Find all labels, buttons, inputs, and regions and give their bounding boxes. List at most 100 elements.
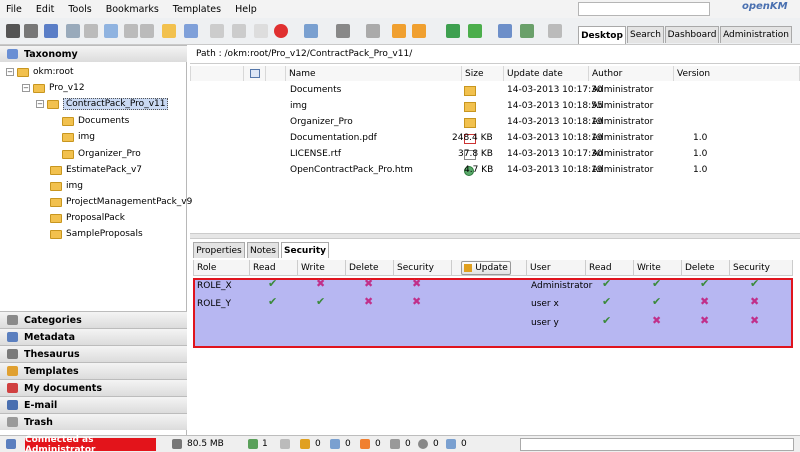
refresh-icon[interactable] — [24, 24, 38, 38]
role-permission-denied-icon[interactable]: ✖ — [412, 277, 421, 290]
user-permission-granted-icon[interactable]: ✔ — [652, 277, 661, 290]
tag-icon[interactable] — [390, 439, 400, 449]
tab-dashboard[interactable]: Dashboard — [665, 26, 719, 43]
column-select[interactable] — [190, 66, 244, 81]
scanner-icon[interactable] — [366, 24, 380, 38]
user-permission-granted-icon[interactable]: ✔ — [602, 277, 611, 290]
workflow-icon[interactable] — [336, 24, 350, 38]
collapse-icon[interactable]: − — [36, 100, 44, 108]
tab-security[interactable]: Security — [281, 242, 329, 258]
table-row[interactable]: Documents 14-03-2013 10:17:30 Administra… — [190, 83, 800, 99]
edit-icon[interactable] — [304, 24, 318, 38]
cancel-checkout-icon[interactable] — [140, 24, 154, 38]
checkout-icon[interactable] — [104, 24, 118, 38]
update-button[interactable]: Update — [461, 261, 511, 275]
role-permission-granted-icon[interactable]: ✔ — [316, 295, 325, 308]
users-icon[interactable] — [248, 439, 258, 449]
stack-categories[interactable]: Categories — [0, 311, 187, 328]
add-property-group-icon[interactable] — [392, 24, 406, 38]
menu-templates[interactable]: Templates — [173, 4, 221, 15]
page-icon[interactable] — [280, 439, 290, 449]
column-type[interactable] — [244, 66, 266, 81]
home-folder-icon[interactable] — [468, 24, 482, 38]
tree-node-pro-v12[interactable]: − Pro_v12 — [22, 81, 85, 95]
user-permission-granted-icon[interactable]: ✔ — [750, 277, 759, 290]
table-row[interactable]: Documentation.pdf 248.4 KB 14-03-2013 10… — [190, 131, 800, 147]
role-permission-denied-icon[interactable]: ✖ — [364, 277, 373, 290]
mail-icon[interactable] — [548, 24, 562, 38]
panel-splitter[interactable] — [190, 233, 800, 239]
bookmark-icon[interactable] — [44, 24, 58, 38]
tab-notes[interactable]: Notes — [247, 242, 279, 258]
copy-icon[interactable] — [232, 24, 246, 38]
delete-icon[interactable] — [274, 24, 288, 38]
stack-taxonomy[interactable]: Taxonomy — [0, 45, 187, 62]
user-permission-denied-icon[interactable]: ✖ — [750, 295, 759, 308]
column-version[interactable]: Version — [674, 66, 800, 81]
stack-my-documents[interactable]: My documents — [0, 379, 187, 396]
role-permission-denied-icon[interactable]: ✖ — [412, 295, 421, 308]
stack-metadata[interactable]: Metadata — [0, 328, 187, 345]
tab-properties[interactable]: Properties — [193, 242, 245, 258]
table-row[interactable]: LICENSE.rtf 37.8 KB 14-03-2013 10:17:30 … — [190, 147, 800, 163]
new-folder-icon[interactable] — [162, 24, 176, 38]
column-size[interactable]: Size — [462, 66, 504, 81]
menu-bookmarks[interactable]: Bookmarks — [106, 4, 159, 15]
collapse-icon[interactable]: − — [22, 84, 30, 92]
subscribed-icon[interactable] — [360, 439, 370, 449]
user-permission-granted-icon[interactable]: ✔ — [602, 295, 611, 308]
tab-administration[interactable]: Administration — [720, 26, 792, 43]
tree-node-organizer-pro[interactable]: Organizer_Pro — [62, 147, 141, 161]
role-permission-denied-icon[interactable]: ✖ — [316, 277, 325, 290]
export-icon[interactable] — [520, 24, 534, 38]
home-icon[interactable] — [6, 24, 20, 38]
column-name[interactable]: Name — [286, 66, 462, 81]
user-permission-denied-icon[interactable]: ✖ — [652, 314, 661, 327]
tree-node-contractpack[interactable]: − ContractPack_Pro_v11 — [36, 97, 169, 111]
locked-icon[interactable] — [300, 439, 310, 449]
menu-edit[interactable]: Edit — [36, 4, 54, 15]
tree-node-okm-root[interactable]: − okm:root — [6, 65, 74, 79]
print-icon[interactable] — [498, 24, 512, 38]
menu-help[interactable]: Help — [235, 4, 257, 15]
checkout-status-icon[interactable] — [330, 439, 340, 449]
collapse-icon[interactable]: − — [6, 68, 14, 76]
tree-node-estimatepack[interactable]: EstimatePack_v7 — [50, 163, 142, 177]
role-permission-granted-icon[interactable]: ✔ — [268, 277, 277, 290]
remove-property-group-icon[interactable] — [412, 24, 426, 38]
user-permission-granted-icon[interactable]: ✔ — [602, 314, 611, 327]
download-icon[interactable] — [254, 24, 268, 38]
column-author[interactable]: Author — [589, 66, 674, 81]
table-row[interactable]: OpenContractPack_Pro.htm 4.7 KB 14-03-20… — [190, 163, 800, 179]
user-permission-denied-icon[interactable]: ✖ — [700, 295, 709, 308]
tab-desktop[interactable]: Desktop — [578, 26, 626, 44]
lock-icon[interactable] — [66, 24, 80, 38]
table-row[interactable]: img 14-03-2013 10:18:55 Administrator — [190, 99, 800, 115]
user-permission-denied-icon[interactable]: ✖ — [750, 314, 759, 327]
tab-search[interactable]: Search — [627, 26, 664, 43]
rename-icon[interactable] — [210, 24, 224, 38]
unlock-icon[interactable] — [84, 24, 98, 38]
column-update-date[interactable]: Update date — [504, 66, 589, 81]
tree-node-img-2[interactable]: img — [50, 179, 83, 193]
stack-thesaurus[interactable]: Thesaurus — [0, 345, 187, 362]
tree-node-documents[interactable]: Documents — [62, 114, 129, 128]
stack-templates[interactable]: Templates — [0, 362, 187, 379]
proposed-icon[interactable] — [446, 439, 456, 449]
user-permission-granted-icon[interactable]: ✔ — [700, 277, 709, 290]
stack-email[interactable]: E-mail — [0, 396, 187, 413]
workflow-status-icon[interactable] — [418, 439, 428, 449]
tree-node-sampleproposals[interactable]: SampleProposals — [50, 227, 143, 241]
tree-node-img[interactable]: img — [62, 130, 95, 144]
column-icon[interactable] — [266, 66, 286, 81]
checkin-icon[interactable] — [124, 24, 138, 38]
menu-file[interactable]: File — [6, 4, 22, 15]
table-row[interactable]: Organizer_Pro 14-03-2013 10:18:19 Admini… — [190, 115, 800, 131]
role-permission-granted-icon[interactable]: ✔ — [268, 295, 277, 308]
user-permission-denied-icon[interactable]: ✖ — [700, 314, 709, 327]
stack-trash[interactable]: Trash — [0, 413, 187, 430]
role-permission-denied-icon[interactable]: ✖ — [364, 295, 373, 308]
user-permission-granted-icon[interactable]: ✔ — [652, 295, 661, 308]
menu-tools[interactable]: Tools — [68, 4, 91, 15]
tree-node-proposalpack[interactable]: ProposalPack — [50, 211, 125, 225]
